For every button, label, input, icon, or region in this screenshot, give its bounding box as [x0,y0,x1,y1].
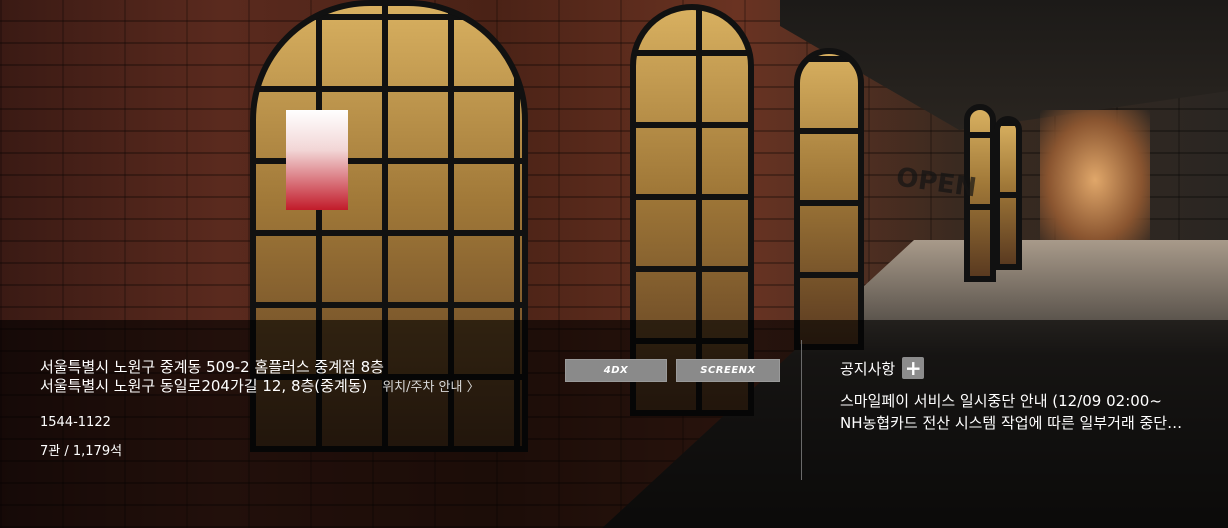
notice-title: 공지사항 [840,359,896,378]
section-divider [801,340,802,480]
address-lot: 서울특별시 노원구 중계동 509-2 홈플러스 중계점 8층 [40,358,384,376]
notice-item[interactable]: NH농협카드 전산 시스템 작업에 따른 일부거래 중단 안내 [840,412,1185,433]
notice-header: 공지사항 + [840,357,925,379]
plus-icon[interactable]: + [902,357,925,379]
halls-seats-count: 7관 / 1,179석 [40,444,123,459]
address-road-row: 서울특별시 노원구 동일로204가길 12, 8층(중계동) 위치/주차 안내 … [40,375,480,396]
theater-hero: OPEN 서울특별시 노원구 중계동 509-2 홈플러스 중계점 8층 서울특… [0,0,1228,528]
notice-item[interactable]: 스마일페이 서비스 일시중단 안내 (12/09 02:00~ [840,390,1185,411]
4dx-format-badge[interactable]: 4DX [565,359,667,382]
arched-window [794,48,864,350]
phone-number: 1544-1122 [40,415,111,430]
corridor-light [1040,110,1150,250]
location-parking-link[interactable]: 위치/주차 안내 〉 [382,380,479,395]
screenx-format-badge[interactable]: SCREENX [676,359,780,382]
movie-poster [286,110,348,210]
address-road: 서울특별시 노원구 동일로204가길 12, 8층(중계동) [40,377,368,395]
arched-window [994,116,1022,270]
